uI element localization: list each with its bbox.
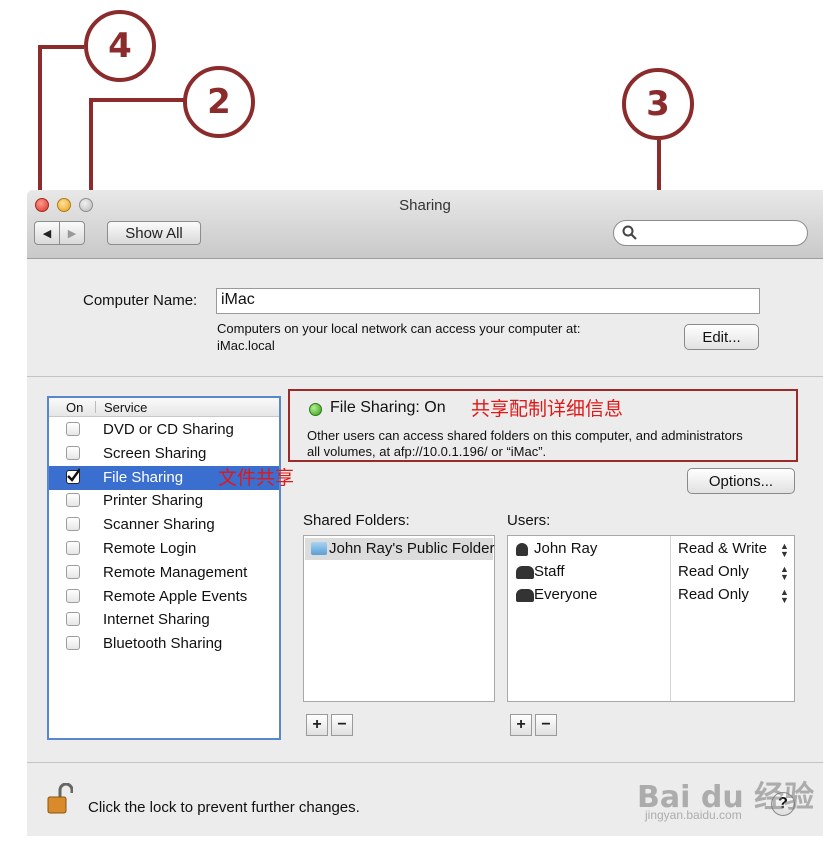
callout-4-line-v [38, 45, 42, 203]
permission-stepper-icon[interactable]: ▲ ▼ [780, 565, 789, 582]
remove-user-button[interactable]: − [535, 714, 557, 736]
users-label: Users: [507, 512, 551, 529]
remove-folder-button[interactable]: − [331, 714, 353, 736]
service-checkbox[interactable] [66, 422, 80, 436]
service-checkbox[interactable] [66, 493, 80, 508]
users-list[interactable]: John Ray Read & Write ▲ ▼ Staff Read Only ▲ ▼ Ev… [507, 535, 795, 702]
callout-2-line-h [89, 98, 185, 102]
add-user-button[interactable]: + [510, 714, 532, 736]
service-label: Remote Management [103, 563, 248, 581]
service-row[interactable]: Remote Management [49, 561, 279, 585]
service-list-header: On Service [49, 398, 279, 417]
computer-name-label: Computer Name: [83, 292, 198, 309]
header-on: On [66, 400, 84, 415]
search-field[interactable] [613, 220, 808, 246]
service-checkbox[interactable] [66, 517, 80, 532]
service-checkbox[interactable] [66, 541, 80, 555]
callout-4-line-h [38, 45, 84, 49]
search-icon [622, 225, 637, 240]
callout-4: 4 [84, 10, 156, 82]
user-name[interactable]: Everyone [534, 586, 597, 603]
service-checkbox[interactable] [66, 636, 80, 651]
lock-icon[interactable] [47, 783, 73, 815]
service-label: Remote Login [103, 540, 197, 557]
service-label: DVD or CD Sharing [103, 421, 234, 438]
user-icon [516, 543, 528, 556]
shared-folder-row[interactable]: John Ray's Public Folder [305, 538, 495, 560]
service-row[interactable]: Remote Login [49, 537, 279, 561]
status-description-line2: all volumes, at afp://10.0.1.196/ or “iM… [307, 444, 547, 459]
service-list[interactable]: On Service DVD or CD Sharing Screen Shari… [47, 396, 281, 740]
back-button[interactable]: ◀ [34, 221, 60, 245]
checkmark-icon [67, 467, 80, 482]
shared-folders-list[interactable]: John Ray's Public Folder [303, 535, 495, 702]
service-row[interactable]: DVD or CD Sharing [49, 418, 279, 442]
computer-local-address: iMac.local [217, 338, 275, 353]
service-label: Internet Sharing [103, 611, 210, 629]
forward-button[interactable]: ▶ [59, 221, 85, 245]
section-divider [27, 376, 823, 377]
service-checkbox[interactable] [66, 445, 80, 460]
service-checkbox[interactable] [66, 564, 80, 579]
service-row[interactable]: Internet Sharing [49, 608, 279, 632]
permission-stepper-icon[interactable]: ▲ ▼ [780, 588, 789, 605]
group-icon [516, 589, 534, 602]
window-title: Sharing [399, 197, 451, 214]
service-label: Printer Sharing [103, 492, 204, 510]
status-description-line1: Other users can access shared folders on… [307, 428, 743, 443]
service-checkbox[interactable] [66, 588, 80, 603]
status-annotation: 共享配制详细信息 [471, 399, 624, 420]
service-row[interactable]: Remote Apple Events [49, 585, 279, 609]
user-name[interactable]: Staff [534, 563, 565, 580]
options-button[interactable]: Options... [687, 468, 795, 494]
service-label: Scanner Sharing [103, 516, 215, 534]
file-sharing-status-box: File Sharing: On 共享配制详细信息 Other users ca… [288, 389, 798, 462]
callout-2: 2 [183, 66, 255, 138]
show-all-button[interactable]: Show All [107, 221, 201, 245]
add-folder-button[interactable]: + [306, 714, 328, 736]
user-name[interactable]: John Ray [534, 540, 597, 557]
service-label: Bluetooth Sharing [103, 635, 223, 653]
callout-3: 3 [622, 68, 694, 140]
status-title: File Sharing: On [330, 399, 446, 416]
service-label: File Sharing [103, 468, 184, 486]
status-on-indicator-icon [309, 403, 322, 416]
service-row[interactable]: Bluetooth Sharing [49, 632, 279, 656]
service-row[interactable]: Scanner Sharing [49, 513, 279, 537]
title-bar: Sharing ◀ ▶ Show All [27, 190, 823, 259]
footer-divider [27, 762, 823, 763]
file-sharing-annotation: 文件共享 [218, 468, 295, 489]
forward-arrow-icon: ▶ [67, 227, 77, 240]
service-label: Screen Sharing [103, 444, 207, 462]
edit-button[interactable]: Edit... [684, 324, 759, 350]
group-icon [516, 566, 534, 579]
service-row[interactable]: Printer Sharing [49, 489, 279, 513]
lock-message: Click the lock to prevent further change… [88, 799, 360, 816]
service-label: Remote Apple Events [103, 587, 248, 605]
permission-popup[interactable]: Read Only [678, 586, 749, 603]
users-column-divider [670, 536, 671, 701]
permission-popup[interactable]: Read & Write [678, 540, 767, 557]
permission-stepper-icon[interactable]: ▲ ▼ [780, 542, 789, 559]
service-checkbox[interactable] [66, 467, 80, 484]
watermark-url: jingyan.baidu.com [645, 808, 742, 822]
service-checkbox[interactable] [66, 612, 80, 627]
computer-name-field[interactable]: iMac [216, 288, 760, 314]
computer-name-description: Computers on your local network can acce… [217, 321, 581, 336]
header-service: Service [104, 400, 148, 415]
folder-icon [311, 542, 327, 555]
back-arrow-icon: ◀ [42, 227, 52, 240]
shared-folder-name: John Ray's Public Folder [329, 540, 495, 557]
permission-popup[interactable]: Read Only [678, 563, 749, 580]
header-divider [95, 401, 96, 413]
sharing-window: Sharing ◀ ▶ Show All Computer Name: iMac… [27, 190, 823, 836]
shared-folders-label: Shared Folders: [303, 512, 410, 529]
